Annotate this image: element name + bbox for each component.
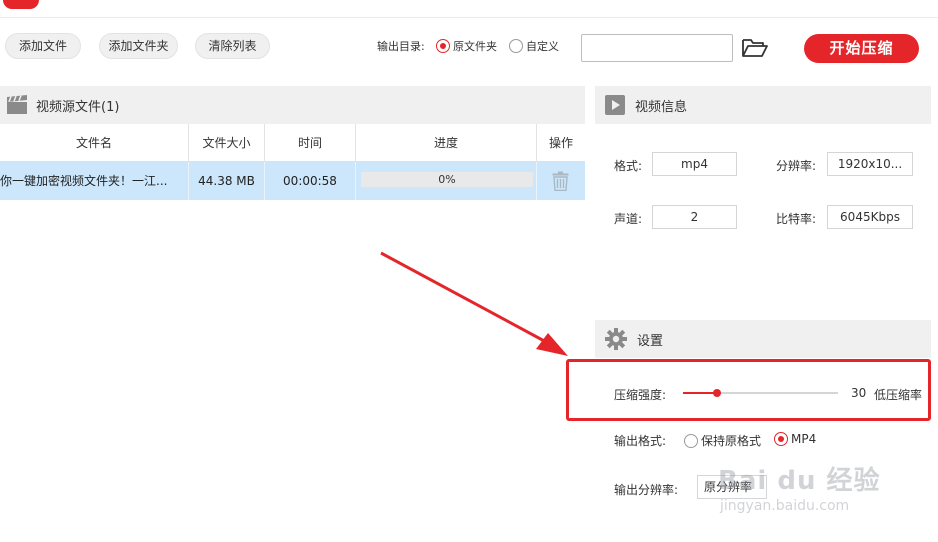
radio-mp4-label: MP4 bbox=[791, 432, 817, 446]
column-header-actions: 操作 bbox=[548, 136, 573, 150]
radio-mp4-format[interactable]: MP4 bbox=[774, 432, 816, 446]
app-logo bbox=[3, 0, 39, 9]
channel-label: 声道: bbox=[614, 212, 643, 226]
output-resolution-label: 输出分辨率: bbox=[614, 483, 679, 497]
output-path-input[interactable] bbox=[581, 34, 733, 62]
resolution-value: 1920x10... bbox=[827, 152, 913, 176]
progress-bar: 0% bbox=[361, 172, 533, 187]
radio-unchecked-icon bbox=[684, 433, 698, 448]
radio-checked-icon bbox=[774, 432, 788, 446]
output-dir-label: 输出目录: bbox=[377, 40, 425, 53]
file-size-cell: 44.38 MB bbox=[189, 162, 265, 200]
info-panel-header: 视频信息 bbox=[595, 86, 931, 124]
start-compress-button[interactable]: 开始压缩 bbox=[804, 34, 919, 63]
radio-original-label: 原文件夹 bbox=[453, 40, 497, 53]
file-time-cell: 00:00:58 bbox=[265, 162, 356, 200]
file-table-header: 文件名 文件大小 时间 进度 操作 bbox=[0, 124, 585, 162]
radio-keep-format-label: 保持原格式 bbox=[701, 434, 762, 448]
open-folder-icon[interactable] bbox=[741, 37, 769, 59]
column-header-filename[interactable]: 文件名 bbox=[0, 124, 189, 162]
file-name-cell: 教你一键加密视频文件夹！一江... bbox=[0, 162, 189, 200]
watermark-url: jingyan.baidu.com bbox=[720, 498, 850, 514]
add-folder-button[interactable]: 添加文件夹 bbox=[99, 33, 178, 59]
column-header-time[interactable]: 时间 bbox=[265, 124, 356, 162]
source-panel-header: 视频源文件(1) bbox=[0, 86, 585, 124]
resolution-label: 分辨率: bbox=[776, 159, 817, 173]
table-row[interactable]: 教你一键加密视频文件夹！一江... 44.38 MB 00:00:58 0% bbox=[0, 162, 585, 200]
settings-panel-title: 设置 bbox=[637, 333, 664, 349]
progress-text: 0% bbox=[438, 173, 456, 186]
format-value: mp4 bbox=[652, 152, 737, 176]
radio-checked-icon bbox=[436, 39, 450, 53]
bitrate-label: 比特率: bbox=[776, 212, 817, 226]
radio-keep-format[interactable]: 保持原格式 bbox=[684, 432, 761, 449]
trash-icon[interactable] bbox=[552, 171, 569, 191]
channel-value: 2 bbox=[652, 205, 737, 229]
settings-panel-header: 设置 bbox=[595, 320, 931, 358]
output-format-label: 输出格式: bbox=[614, 434, 667, 448]
clapperboard-icon bbox=[7, 95, 27, 114]
clear-list-button[interactable]: 清除列表 bbox=[195, 33, 270, 59]
baidu-watermark: Bai du 经验 jingyan.baidu.com bbox=[718, 460, 898, 520]
titlebar-divider bbox=[0, 17, 938, 18]
radio-custom-label: 自定义 bbox=[526, 40, 559, 53]
radio-unchecked-icon bbox=[509, 39, 523, 53]
format-label: 格式: bbox=[614, 159, 643, 173]
gear-icon bbox=[605, 328, 627, 350]
column-header-progress[interactable]: 进度 bbox=[356, 124, 537, 162]
bitrate-value: 6045Kbps bbox=[827, 205, 913, 229]
highlight-box bbox=[566, 359, 931, 421]
source-panel-title: 视频源文件(1) bbox=[36, 99, 120, 115]
watermark-brand: Bai du 经验 bbox=[718, 466, 881, 496]
add-file-button[interactable]: 添加文件 bbox=[5, 33, 81, 59]
info-panel-title: 视频信息 bbox=[635, 99, 688, 115]
radio-original-folder[interactable]: 原文件夹 bbox=[436, 38, 497, 54]
column-header-size[interactable]: 文件大小 bbox=[189, 124, 265, 162]
radio-custom-folder[interactable]: 自定义 bbox=[509, 38, 559, 54]
video-play-icon bbox=[605, 95, 625, 115]
